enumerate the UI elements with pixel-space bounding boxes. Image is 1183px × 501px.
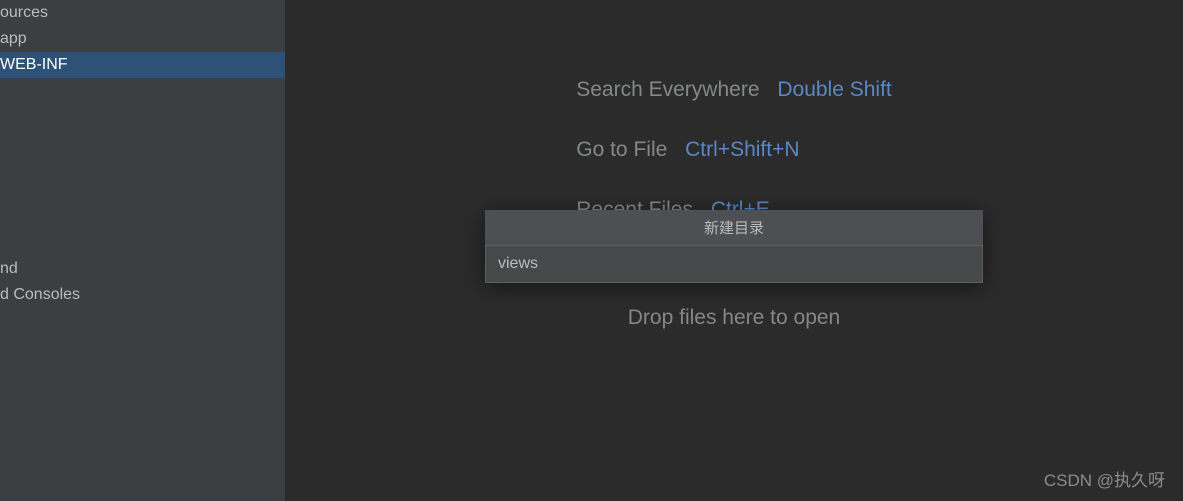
tree-item-resources[interactable]: ources bbox=[0, 0, 285, 26]
welcome-hints: Search Everywhere Double Shift Go to Fil… bbox=[576, 78, 892, 330]
tree-item-lower-1[interactable]: nd bbox=[0, 256, 285, 282]
hint-search-everywhere: Search Everywhere Double Shift bbox=[576, 78, 892, 102]
tree-item-lower-0[interactable] bbox=[0, 223, 285, 231]
drop-files-hint: Drop files here to open bbox=[576, 306, 892, 330]
tree-item-app[interactable]: app bbox=[0, 26, 285, 52]
hint-shortcut: Ctrl+Shift+N bbox=[685, 138, 799, 161]
new-directory-dialog: 新建目录 bbox=[485, 210, 983, 283]
tree-item-webinf[interactable]: WEB-INF bbox=[0, 52, 285, 78]
hint-shortcut: Double Shift bbox=[777, 78, 891, 101]
watermark: CSDN @执久呀 bbox=[1044, 466, 1165, 491]
editor-area: Search Everywhere Double Shift Go to Fil… bbox=[285, 0, 1183, 501]
dialog-title: 新建目录 bbox=[485, 210, 983, 245]
hint-go-to-file: Go to File Ctrl+Shift+N bbox=[576, 138, 892, 162]
tree-item-lower-2[interactable]: d Consoles bbox=[0, 282, 285, 308]
project-sidebar: ources app WEB-INF nd d Consoles bbox=[0, 0, 285, 501]
hint-label: Go to File bbox=[576, 138, 667, 161]
hint-label: Search Everywhere bbox=[576, 78, 759, 101]
directory-name-input[interactable] bbox=[485, 245, 983, 283]
